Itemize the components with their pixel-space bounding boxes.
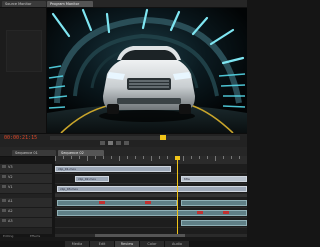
track-header-a3[interactable]: A3 [0,218,52,228]
audio-clip[interactable] [57,210,247,216]
clip-marker[interactable] [99,201,105,204]
ruler-tick [223,156,224,159]
ruler-tick [231,156,232,159]
track-label: A3 [8,219,13,223]
ruler-tick [239,156,240,159]
speaker-icon[interactable] [2,219,6,222]
car-tunnel-frame [47,8,247,133]
ruler-tick [167,156,168,159]
audio-clip[interactable] [181,220,247,226]
ruler-tick [143,156,144,159]
ruler-tick [95,156,96,159]
ruler-tick [111,156,112,159]
loop-icon[interactable] [124,141,129,145]
track-header-a1[interactable]: A1 [0,198,52,208]
video-clip[interactable]: title [181,176,247,182]
track-header-v2[interactable]: V2 [0,174,52,184]
track-label: A2 [8,209,13,213]
ruler-tick [71,156,72,159]
playhead-indicator[interactable] [160,135,166,140]
step-forward-icon[interactable] [116,141,121,145]
tab-sequence-01[interactable]: Sequence 01 [12,150,56,156]
eye-icon[interactable] [2,185,6,188]
audio-clip[interactable] [181,200,247,206]
speaker-icon[interactable] [2,199,6,202]
speaker-icon[interactable] [2,209,6,212]
ruler-tick [151,156,152,161]
timeline-tracks[interactable]: clip_01.mov clip_02.mov title clip_03.mo… [55,164,247,234]
track-header-a2[interactable]: A2 [0,208,52,218]
clip-marker[interactable] [223,211,229,214]
bottom-tab-edit[interactable]: Edit [90,241,115,247]
timecode-display[interactable]: 00:00:21:15 [4,135,37,141]
monitor-mini-ruler[interactable] [50,135,240,140]
track-headers: V3 V2 V1 A1 A2 A3 [0,164,52,234]
video-clip[interactable]: clip_01.mov [55,166,171,172]
clip-marker[interactable] [145,201,151,204]
ruler-tick [119,156,120,161]
av-divider[interactable] [55,194,247,197]
bottom-tab-audio[interactable]: Audio [165,241,190,247]
track-label: V3 [8,165,13,169]
source-panel-placeholder [6,30,42,72]
ruler-tick [55,156,56,161]
bottom-tab-color[interactable]: Color [140,241,165,247]
play-icon[interactable] [108,141,113,145]
bottom-tab-media[interactable]: Media [65,241,90,247]
effects-label[interactable]: Effects [30,234,40,238]
track-header-v3[interactable]: V3 [0,164,52,174]
bottom-tab-review[interactable]: Review [115,241,140,247]
playhead-line[interactable] [177,156,178,234]
tab-source-monitor[interactable]: Source Monitor [2,1,46,7]
track-label: A1 [8,199,13,203]
video-clip[interactable]: clip_02.mov [75,176,109,182]
tab-program-monitor[interactable]: Program Monitor [47,1,93,7]
ruler-tick [127,156,128,159]
ruler-tick [63,156,64,159]
ruler-tick [191,156,192,159]
ruler-tick [183,156,184,161]
track-label: V1 [8,185,13,189]
ruler-tick [207,156,208,159]
ruler-tick [87,156,88,161]
playhead-handle[interactable] [175,156,180,160]
ruler-tick [103,156,104,159]
ruler-tick [199,156,200,159]
eye-icon[interactable] [2,165,6,168]
program-monitor-video[interactable] [47,8,247,133]
track-header-v1[interactable]: V1 [0,184,52,194]
workspace-label[interactable]: Editing [3,234,13,238]
transport-controls [100,141,160,145]
video-clip[interactable]: clip_03.mov [57,186,247,192]
eye-icon[interactable] [2,175,6,178]
ruler-tick [159,156,160,159]
ruler-tick [79,156,80,159]
step-back-icon[interactable] [100,141,105,145]
clip-marker[interactable] [197,211,203,214]
ruler-tick [135,156,136,159]
track-label: V2 [8,175,13,179]
ruler-tick [215,156,216,161]
audio-clip[interactable] [57,200,177,206]
